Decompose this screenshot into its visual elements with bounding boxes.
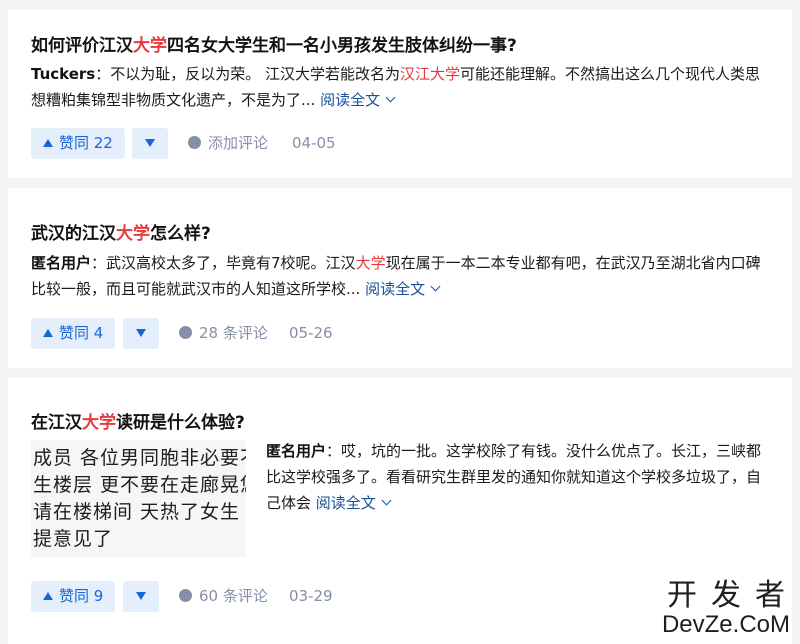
upvote-button[interactable]: 赞同 4: [31, 318, 116, 349]
excerpt-highlight: 汉江大学: [400, 65, 461, 83]
thumbnail-text-line: 请在楼梯间 天热了女生: [33, 501, 241, 523]
triangle-up-icon: [43, 139, 53, 147]
downvote-button[interactable]: [132, 128, 168, 159]
comment-label: 28 条评论: [199, 324, 268, 342]
upvote-label: 赞同 22: [59, 134, 113, 152]
read-more-label: 阅读全文: [320, 91, 381, 109]
read-more-link[interactable]: 阅读全文: [315, 494, 392, 512]
read-more-label: 阅读全文: [315, 494, 376, 512]
downvote-button[interactable]: [123, 581, 159, 612]
question-title[interactable]: 在江汉大学读研是什么体验?: [31, 408, 245, 433]
chevron-down-icon: [385, 92, 396, 103]
title-text: 武汉的江汉: [31, 224, 116, 244]
author-name[interactable]: 匿名用户: [31, 254, 91, 272]
upvote-button[interactable]: 赞同 22: [31, 128, 125, 159]
comment-icon: [188, 136, 201, 149]
comment-icon: [179, 589, 192, 602]
upvote-label: 赞同 4: [59, 324, 104, 342]
title-text: 如何评价江汉: [31, 36, 133, 56]
excerpt-highlight: 大学: [355, 254, 386, 272]
question-title[interactable]: 武汉的江汉大学怎么样?: [31, 219, 211, 244]
triangle-down-icon: [136, 592, 146, 600]
comment-button[interactable]: 添加评论: [188, 128, 268, 159]
upvote-label: 赞同 9: [59, 587, 104, 605]
title-text: 四名女大学生和一名小男孩发生肢体纠纷一事?: [167, 36, 517, 56]
answer-date: 03-29: [289, 587, 333, 605]
comment-icon: [179, 326, 192, 339]
thumbnail-text-line: 成员 各位男同胞非必要不: [33, 447, 246, 469]
action-bar: 赞同 9 60 条评论 03-29: [31, 581, 431, 612]
action-bar: 赞同 4 28 条评论 05-26: [31, 318, 431, 349]
title-text: 在江汉: [31, 413, 82, 433]
triangle-up-icon: [43, 329, 53, 337]
excerpt-text: ：不以为耻，反以为荣。 江汉大学若能改名为: [95, 65, 401, 83]
answer-date: 05-26: [289, 324, 333, 342]
answer-thumbnail[interactable]: 成员 各位男同胞非必要不 生楼层 更不要在走廊晃悠 请在楼梯间 天热了女生 提意…: [31, 440, 246, 557]
title-text: 怎么样?: [150, 224, 211, 244]
thumbnail-text-line: 提意见了: [33, 528, 114, 550]
title-highlight: 大学: [116, 224, 150, 244]
downvote-button[interactable]: [123, 318, 159, 349]
action-bar: 赞同 22 添加评论 04-05: [31, 128, 431, 159]
comment-button[interactable]: 60 条评论: [179, 581, 268, 612]
upvote-button[interactable]: 赞同 9: [31, 581, 116, 612]
read-more-label: 阅读全文: [365, 280, 426, 298]
comment-label: 添加评论: [208, 134, 269, 152]
answer-date: 04-05: [292, 134, 336, 152]
question-title[interactable]: 如何评价江汉大学四名女大学生和一名小男孩发生肢体纠纷一事?: [31, 31, 517, 56]
answer-card: 如何评价江汉大学四名女大学生和一名小男孩发生肢体纠纷一事? Tuckers：不以…: [8, 10, 792, 178]
author-name[interactable]: 匿名用户: [266, 442, 326, 460]
excerpt-text: ：武汉高校太多了，毕竟有7校呢。江汉: [91, 254, 356, 272]
read-more-link[interactable]: 阅读全文: [365, 280, 441, 298]
chevron-down-icon: [381, 495, 392, 506]
watermark-cn: 开发者: [666, 578, 799, 613]
answer-card: 武汉的江汉大学怎么样? 匿名用户：武汉高校太多了，毕竟有7校呢。江汉大学现在属于…: [8, 188, 792, 368]
comment-button[interactable]: 28 条评论: [179, 318, 268, 349]
comment-label: 60 条评论: [199, 587, 268, 605]
title-text: 读研是什么体验?: [116, 413, 245, 433]
title-highlight: 大学: [133, 36, 167, 56]
triangle-up-icon: [43, 592, 53, 600]
site-watermark: 开发者 DevZe.CoM: [662, 580, 790, 638]
triangle-down-icon: [145, 139, 155, 147]
triangle-down-icon: [136, 329, 146, 337]
watermark-en: DevZe.CoM: [661, 611, 790, 638]
read-more-link[interactable]: 阅读全文: [320, 91, 396, 109]
title-highlight: 大学: [82, 413, 116, 433]
chevron-down-icon: [430, 281, 441, 292]
answer-excerpt[interactable]: 匿名用户：武汉高校太多了，毕竟有7校呢。江汉大学现在属于一本二本专业都有吧，在武…: [31, 250, 771, 302]
thumbnail-text-line: 生楼层 更不要在走廊晃悠: [33, 474, 246, 496]
answer-excerpt[interactable]: Tuckers：不以为耻，反以为荣。 江汉大学若能改名为汉江大学可能还能理解。不…: [31, 61, 771, 113]
author-name[interactable]: Tuckers: [31, 65, 95, 83]
answer-excerpt[interactable]: 匿名用户：哎，坑的一批。这学校除了有钱。没什么优点了。长江，三峡都比这学校强多了…: [266, 438, 771, 516]
